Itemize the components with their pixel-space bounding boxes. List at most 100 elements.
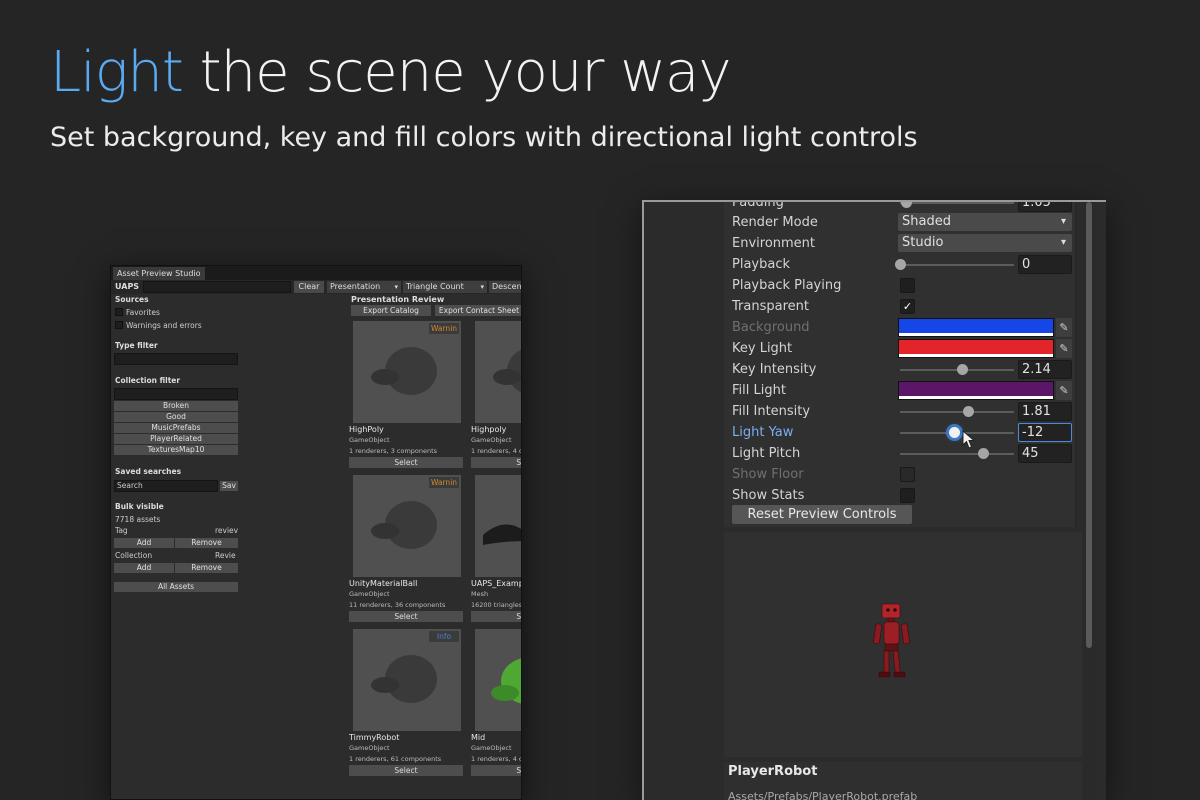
export-contact-sheet-button[interactable]: Export Contact Sheet xyxy=(435,305,521,316)
window-tab[interactable]: Asset Preview Studio xyxy=(113,267,205,280)
playback-slider-knob[interactable] xyxy=(895,259,906,270)
sort-dropdown[interactable]: Triangle Count xyxy=(403,281,487,293)
asset-card[interactable]: OK UAPS_Example_HighPoly Mesh 16200 triangl… xyxy=(471,475,521,625)
inspector-scrollbar-thumb[interactable] xyxy=(1086,202,1092,648)
asset-card[interactable]: Warnin UnityMaterialBall GameObject 11 rend… xyxy=(349,475,469,625)
asset-card[interactable]: OK Mid GameObject 1 renderers, 4 components… xyxy=(471,629,521,779)
asset-thumbnail-model xyxy=(371,347,437,395)
render-mode-dropdown[interactable]: Shaded ▾ xyxy=(898,213,1072,231)
fill-intensity-value-field[interactable]: 1.81 xyxy=(1018,402,1072,421)
asset-meta: 1 renderers, 4 components xyxy=(471,447,521,455)
saved-search-input[interactable]: Search xyxy=(114,480,218,492)
key-light-label: Key Light xyxy=(732,341,793,356)
collection-filter-input[interactable] xyxy=(114,388,238,400)
select-button[interactable]: Select xyxy=(349,765,463,776)
fill-light-color-swatch[interactable] xyxy=(898,381,1054,400)
padding-slider[interactable] xyxy=(900,202,1014,208)
model-preview-viewport[interactable] xyxy=(724,532,1082,757)
asset-name: TimmyRobot xyxy=(349,733,400,742)
asset-meta: 1 renderers, 3 components xyxy=(349,447,438,455)
asset-thumbnail[interactable]: OK xyxy=(475,629,521,731)
order-dropdown[interactable]: Descend xyxy=(489,281,521,293)
key-intensity-slider-knob[interactable] xyxy=(956,364,968,375)
background-color-swatch[interactable] xyxy=(898,318,1054,337)
select-button[interactable]: Select xyxy=(349,457,463,468)
collection-add-button[interactable]: Add xyxy=(114,563,174,573)
light-yaw-slider-knob[interactable] xyxy=(948,427,960,438)
select-button[interactable]: Select xyxy=(471,611,521,622)
presentation-review-title: Presentation Review xyxy=(351,295,445,304)
fill-intensity-row: Fill Intensity 1.81 xyxy=(732,402,1075,422)
all-assets-button[interactable]: All Assets xyxy=(114,582,238,592)
collection-remove-button[interactable]: Remove xyxy=(175,563,238,573)
asset-card[interactable]: Info TimmyRobot GameObject 1 renderers, 61 … xyxy=(349,629,469,779)
clear-button[interactable]: Clear xyxy=(294,281,324,293)
light-pitch-label: Light Pitch xyxy=(732,446,801,461)
padding-value-field[interactable]: 1.05 xyxy=(1018,202,1072,212)
inspector-scrollbar[interactable] xyxy=(1084,202,1094,800)
fill-light-label: Fill Light xyxy=(732,383,786,398)
tag-remove-button[interactable]: Remove xyxy=(175,538,238,548)
select-button[interactable]: Select xyxy=(471,765,521,776)
asset-name: Mid xyxy=(471,733,486,742)
key-light-color-swatch[interactable] xyxy=(898,339,1054,358)
asset-card[interactable]: Warnin Highpoly GameObject 1 renderers, 4 c… xyxy=(471,321,521,471)
playback-value-field[interactable]: 0 xyxy=(1018,255,1072,274)
tag-value[interactable]: reviev xyxy=(215,526,238,535)
environment-value: Studio xyxy=(902,235,944,250)
light-pitch-value-field[interactable]: 45 xyxy=(1018,444,1072,463)
collection-button[interactable]: PlayerRelated xyxy=(114,434,238,444)
export-catalog-button[interactable]: Export Catalog xyxy=(351,305,431,316)
status-badge: Info xyxy=(429,631,459,642)
eyedropper-icon[interactable]: ✎ xyxy=(1056,339,1072,358)
playback-slider[interactable] xyxy=(895,259,1014,270)
asset-thumbnail-model xyxy=(491,658,521,704)
render-mode-label: Render Mode xyxy=(732,215,818,230)
collection-button[interactable]: MusicPrefabs xyxy=(114,423,238,433)
show-stats-toggle[interactable] xyxy=(900,488,915,503)
playback-playing-toggle[interactable] xyxy=(900,278,915,293)
light-yaw-value-field[interactable]: -12 xyxy=(1018,423,1072,442)
view-dropdown[interactable]: Presentation xyxy=(327,281,401,293)
asset-type: Mesh xyxy=(471,590,489,598)
select-button[interactable]: Select xyxy=(471,457,521,468)
asset-thumbnail[interactable]: Info xyxy=(353,629,461,731)
light-pitch-slider[interactable] xyxy=(900,448,1014,459)
fill-intensity-slider-knob[interactable] xyxy=(963,406,975,417)
chevron-down-icon: ▾ xyxy=(1060,237,1066,248)
show-floor-toggle[interactable] xyxy=(900,467,915,482)
preview-controls-panel: Padding 1.05 Render Mode Shaded ▾ Environ… xyxy=(724,202,1076,527)
key-intensity-value-field[interactable]: 2.14 xyxy=(1018,360,1072,379)
collection-value[interactable]: Revie xyxy=(215,551,236,560)
type-filter-input[interactable] xyxy=(114,353,238,365)
eyedropper-icon[interactable]: ✎ xyxy=(1056,318,1072,337)
asset-name: UnityMaterialBall xyxy=(349,579,418,588)
eyedropper-icon[interactable]: ✎ xyxy=(1056,381,1072,400)
favorites-checkbox[interactable] xyxy=(115,308,123,316)
key-intensity-slider[interactable] xyxy=(900,364,1014,375)
padding-slider-knob[interactable] xyxy=(900,202,912,208)
asset-thumbnail[interactable]: Warnin xyxy=(475,321,521,423)
transparent-toggle[interactable]: ✓ xyxy=(900,299,915,314)
collection-button[interactable]: Broken xyxy=(114,401,238,411)
select-button[interactable]: Select xyxy=(349,611,463,622)
save-search-button[interactable]: Sav xyxy=(220,481,238,491)
transparent-row: Transparent ✓ xyxy=(732,297,1075,317)
collection-button[interactable]: Good xyxy=(114,412,238,422)
asset-thumbnail[interactable]: Warnin xyxy=(353,475,461,577)
light-yaw-slider[interactable] xyxy=(900,427,1014,438)
asset-thumbnail[interactable]: Warnin xyxy=(353,321,461,423)
tag-add-button[interactable]: Add xyxy=(114,538,174,548)
asset-thumbnail[interactable]: OK xyxy=(475,475,521,577)
asset-preview-window: Asset Preview Studio UAPS Clear Presenta… xyxy=(110,265,522,800)
fill-intensity-slider[interactable] xyxy=(900,406,1014,417)
asset-meta: 1 renderers, 61 components xyxy=(349,755,442,763)
light-pitch-slider-knob[interactable] xyxy=(978,448,990,459)
environment-dropdown[interactable]: Studio ▾ xyxy=(898,234,1072,252)
warnings-checkbox[interactable] xyxy=(115,321,123,329)
collection-button[interactable]: TexturesMap10 xyxy=(114,445,238,455)
toolbar-search-field[interactable] xyxy=(143,281,291,293)
light-pitch-row: Light Pitch 45 xyxy=(732,444,1075,464)
reset-preview-controls-button[interactable]: Reset Preview Controls xyxy=(732,505,912,524)
asset-card[interactable]: Warnin HighPoly GameObject 1 renderers, 3 c… xyxy=(349,321,469,471)
